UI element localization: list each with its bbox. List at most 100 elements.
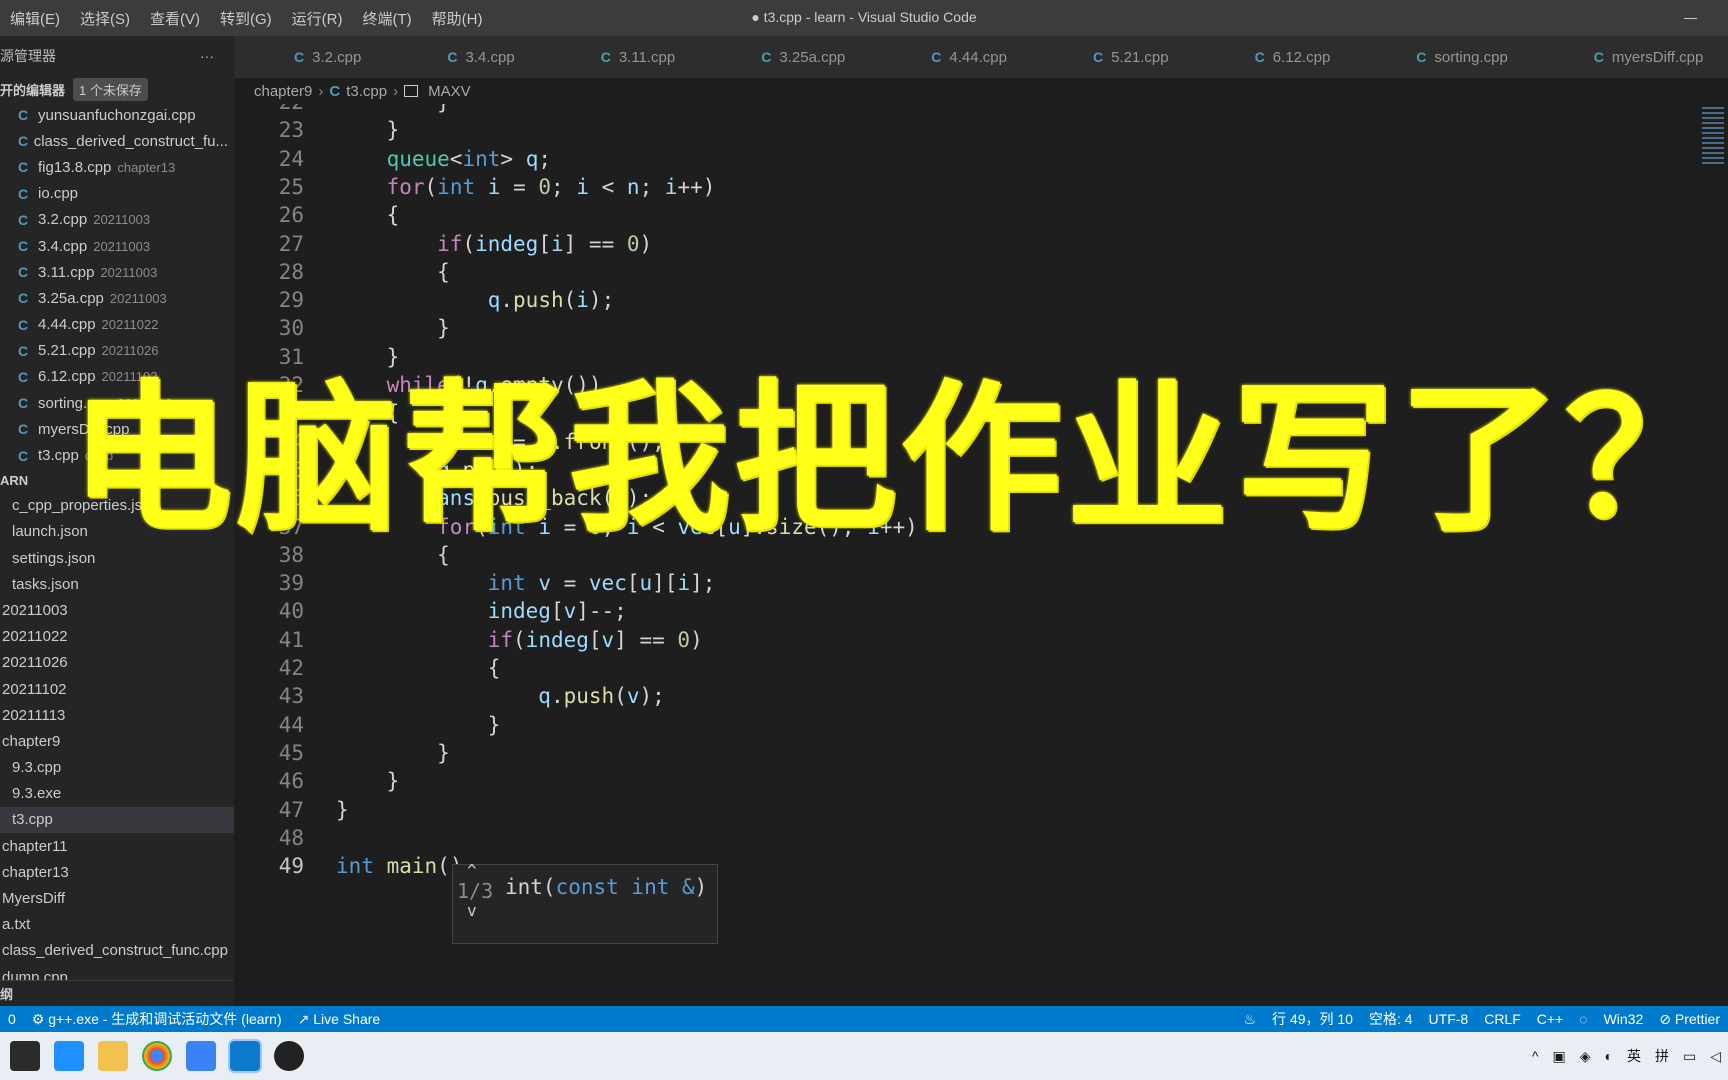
outline-header[interactable]: 纲	[0, 980, 234, 1005]
open-editor-item[interactable]: C 6.12.cpp 20211102	[0, 364, 234, 390]
breadcrumb-file[interactable]: t3.cpp	[346, 83, 387, 100]
tab-3-4-cpp[interactable]: C 3.4.cpp	[387, 36, 541, 78]
chrome-icon[interactable]	[142, 1041, 172, 1071]
minimap[interactable]	[1698, 104, 1728, 204]
file-tree-item[interactable]: MyersDiff	[0, 885, 234, 911]
file-tree-item[interactable]: chapter9	[0, 728, 234, 754]
menu-run[interactable]: 运行(R)	[282, 8, 353, 29]
file-tree-item[interactable]: 20211026	[0, 650, 234, 676]
menu-edit[interactable]: 编辑(E)	[0, 8, 70, 29]
file-tree-item[interactable]: 20211113	[0, 702, 234, 728]
tab-6-12-cpp[interactable]: C 6.12.cpp	[1194, 36, 1357, 78]
code-text: }	[336, 118, 400, 143]
open-editor-item[interactable]: CmyersDiff.cpp	[0, 416, 234, 442]
volume-icon[interactable]: ◁	[1710, 1048, 1721, 1065]
file-tree-item[interactable]: 20211003	[0, 597, 234, 623]
ime-language[interactable]: 英	[1627, 1046, 1641, 1066]
platform[interactable]: Win32	[1596, 1011, 1652, 1027]
problems-count[interactable]: 0	[0, 1011, 24, 1027]
file-tree-item[interactable]: a.txt	[0, 912, 234, 938]
open-editor-item[interactable]: C 3.11.cpp 20211003	[0, 259, 234, 285]
indentation[interactable]: 空格: 4	[1361, 1009, 1421, 1029]
task-view-icon[interactable]	[54, 1041, 84, 1071]
line-number: 41	[278, 627, 304, 652]
obs-icon[interactable]	[274, 1041, 304, 1071]
tab-3-11-cpp[interactable]: C 3.11.cpp	[540, 36, 702, 78]
breadcrumb: chapter9 › C t3.cpp › MAXV	[234, 78, 1728, 104]
code-line: 39 int v = vec[u][i];	[234, 571, 1694, 602]
open-editor-item[interactable]: Cio.cpp	[0, 181, 234, 207]
file-tree-item[interactable]: t3.cpp	[0, 806, 234, 834]
menu-view[interactable]: 查看(V)	[140, 8, 210, 29]
code-text: q.push(i);	[487, 288, 615, 313]
file-tree-item[interactable]: 20211102	[0, 676, 234, 702]
network-icon[interactable]: ▣	[1553, 1048, 1566, 1065]
line-number: 32	[278, 373, 304, 397]
chevron-up-icon[interactable]: ^	[1532, 1048, 1539, 1064]
debug-task[interactable]: ⚙ g++.exe - 生成和调试活动文件 (learn)	[24, 1009, 290, 1029]
mic-icon[interactable]: ◐	[1605, 1048, 1613, 1064]
tab-sorting-cpp[interactable]: Csorting.cpp	[1356, 36, 1534, 78]
breadcrumb-folder[interactable]: chapter9	[254, 83, 312, 100]
encoding[interactable]: UTF-8	[1421, 1011, 1477, 1027]
tab-4-44-cpp[interactable]: C 4.44.cpp	[871, 36, 1033, 78]
file-tree-item[interactable]: 9.3.exe	[0, 781, 234, 807]
open-editor-item[interactable]: C 4.44.cpp 20211022	[0, 312, 234, 338]
open-editor-item[interactable]: C 5.21.cpp 20211026	[0, 338, 234, 364]
cpp-file-icon: C	[447, 49, 458, 65]
prettier-status[interactable]: ⊘ Prettier	[1651, 1011, 1728, 1028]
tab-3-2-cpp[interactable]: C 3.2.cpp	[234, 36, 388, 78]
tab-5-21-cpp[interactable]: C 5.21.cpp	[1032, 36, 1195, 78]
menu-go[interactable]: 转到(G)	[210, 8, 282, 29]
chevron-up-icon[interactable]: ^	[467, 861, 477, 880]
language-mode[interactable]: C++	[1529, 1011, 1571, 1027]
open-editor-item[interactable]: Cclass_derived_construct_fu...	[0, 128, 234, 154]
line-number: 48	[278, 825, 304, 850]
start-icon[interactable]	[10, 1041, 40, 1071]
line-number: 35	[278, 457, 304, 482]
minimize-button[interactable]	[1676, 4, 1704, 28]
file-tree-item[interactable]: c_cpp_properties.json	[0, 493, 234, 519]
open-editors-list: Cyunsuanfuchonzgai.cpp Cclass_derived_con…	[0, 102, 234, 469]
tab-3-25a-cpp[interactable]: C 3.25a.cpp	[701, 36, 872, 78]
file-tree-item[interactable]: tasks.json	[0, 571, 234, 597]
end-of-line[interactable]: CRLF	[1476, 1011, 1529, 1027]
breadcrumb-symbol[interactable]: MAXV	[428, 83, 471, 100]
chevron-down-icon[interactable]: v	[467, 901, 477, 920]
tab-myersDiff-cpp[interactable]: CmyersDiff.cpp	[1533, 36, 1728, 78]
code-line: 31 }	[234, 345, 1694, 376]
file-tree-item[interactable]: class_derived_construct_func.cpp	[0, 938, 234, 964]
security-icon[interactable]: ◈	[1580, 1048, 1591, 1065]
ime-mode[interactable]: 拼	[1655, 1046, 1669, 1066]
menu-terminal[interactable]: 终端(T)	[353, 8, 422, 29]
display-icon[interactable]: ▭	[1683, 1048, 1696, 1065]
open-editors-header[interactable]: 开的编辑器 1 个未保存	[0, 76, 234, 102]
cpp-file-icon: C	[18, 159, 29, 176]
file-tree-item[interactable]: settings.json	[0, 545, 234, 571]
more-actions-button[interactable]: ···	[200, 48, 214, 64]
open-editor-item[interactable]: Cfig13.8.cpp chapter13	[0, 154, 234, 180]
cpp-file-icon: C	[761, 49, 772, 65]
open-editor-item[interactable]: C 3.2.cpp 20211003	[0, 207, 234, 233]
todo-icon[interactable]	[186, 1041, 216, 1071]
line-number: 44	[278, 712, 304, 737]
file-tree-item[interactable]: 20211022	[0, 624, 234, 650]
open-editor-item[interactable]: C 3.25a.cpp 20211003	[0, 285, 234, 311]
file-tree-item[interactable]: launch.json	[0, 519, 234, 545]
line-number: 49	[278, 854, 304, 879]
open-editor-item[interactable]: Csorting.cpp 20211113	[0, 390, 234, 416]
file-explorer-icon[interactable]	[98, 1041, 128, 1071]
open-editor-item[interactable]: Cyunsuanfuchonzgai.cpp	[0, 102, 234, 128]
menu-selection[interactable]: 选择(S)	[70, 8, 140, 29]
menu-help[interactable]: 帮助(H)	[422, 8, 493, 29]
open-editor-item[interactable]: Ct3.cpp chap	[0, 442, 234, 468]
live-share-button[interactable]: ↗ Live Share	[290, 1011, 389, 1028]
open-editor-item[interactable]: C 3.4.cpp 20211003	[0, 233, 234, 259]
file-tree-item[interactable]: chapter11	[0, 833, 234, 859]
cursor-position[interactable]: 行 49，列 10	[1264, 1009, 1361, 1029]
file-tree-item[interactable]: 9.3.cpp	[0, 755, 234, 781]
vscode-icon[interactable]	[228, 1039, 262, 1073]
flame-icon[interactable]: ♨	[1235, 1011, 1264, 1028]
file-tree-item[interactable]: chapter13	[0, 859, 234, 885]
workspace-folder-header[interactable]: ARN	[0, 469, 234, 493]
